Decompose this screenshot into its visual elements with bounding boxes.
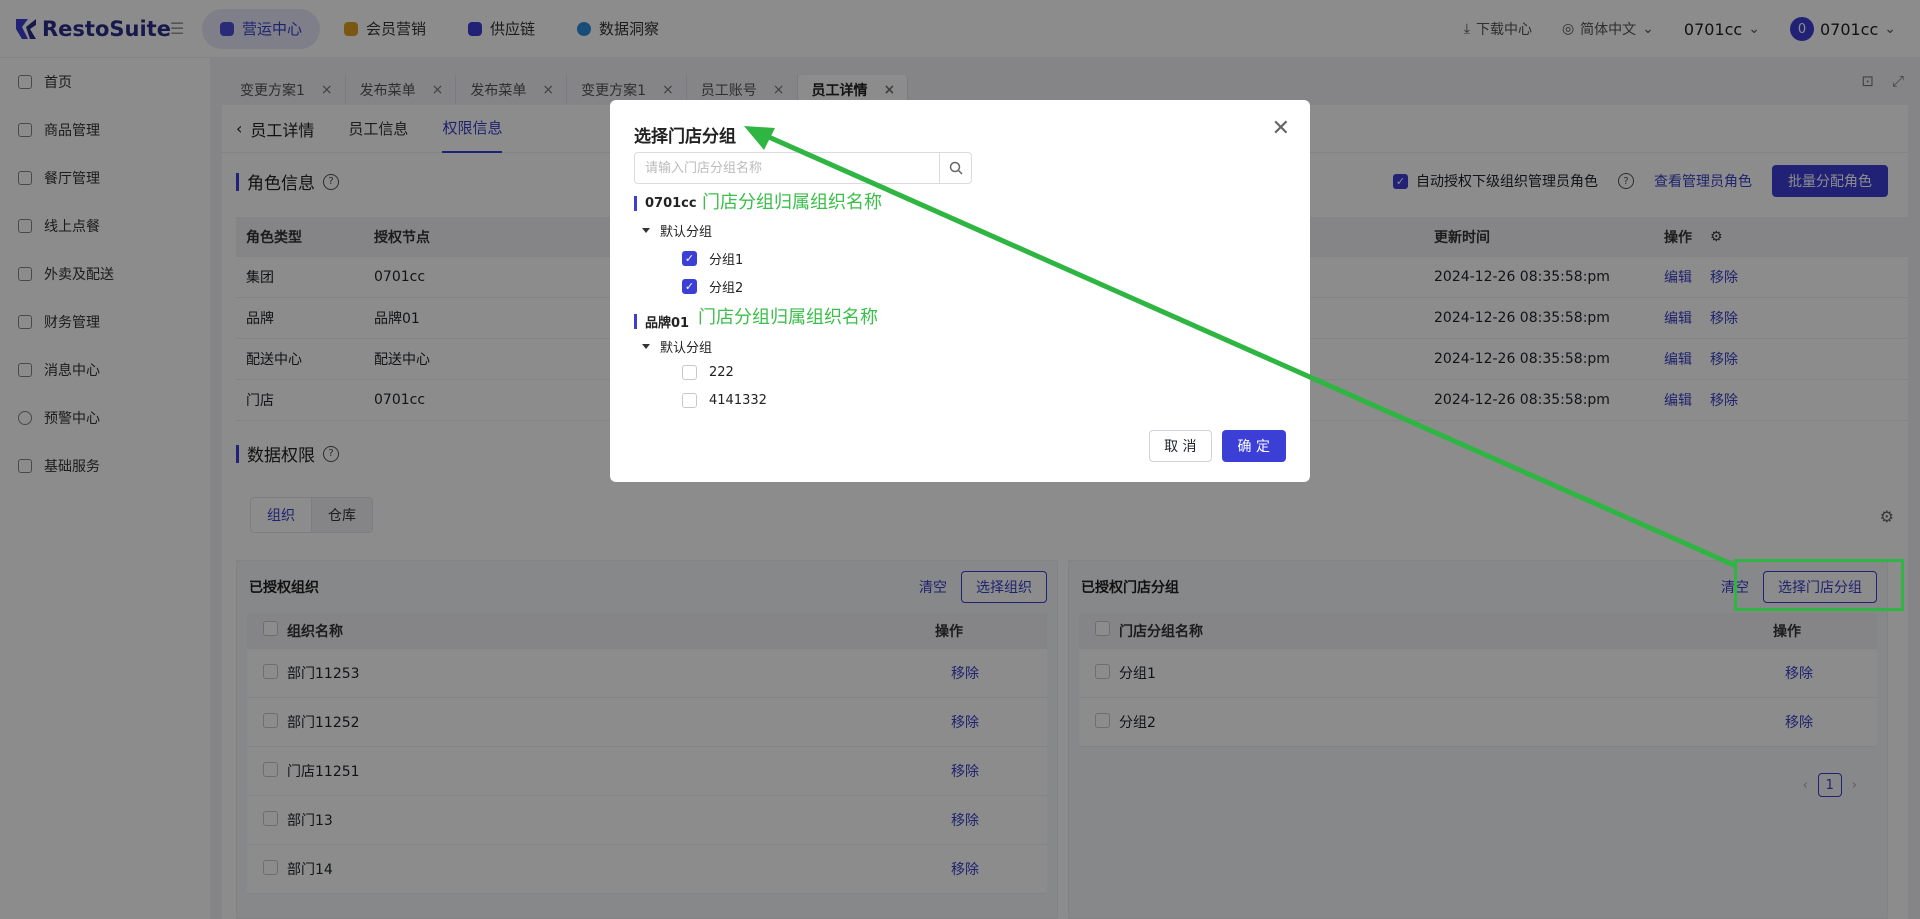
cancel-button[interactable]: 取 消 [1149,430,1212,462]
select-store-group-dialog: 选择门店分组 ✕ 0701cc 门店分组归属组织名称 默认分组 ✓ 分组1 ✓ 分组… [610,100,1310,482]
tree-node-label: 默认分组 [660,341,713,356]
section-bar [634,196,637,211]
store-group-search [634,152,972,184]
section-bar [634,314,637,329]
dialog-footer: 取 消 确 定 [1149,430,1286,462]
leaf-label: 4141332 [709,393,767,408]
annotation-note: 门店分组归属组织名称 [702,192,882,213]
annotation-highlight-box [1734,559,1904,611]
group-org-title: 品牌01 [634,312,689,331]
tree-leaf[interactable]: 222 [682,365,734,380]
tree-node-label: 默认分组 [660,225,713,240]
caret-down-icon[interactable] [642,344,650,349]
search-icon[interactable] [939,153,971,183]
group-org-name: 品牌01 [645,316,690,331]
tree-leaf[interactable]: ✓ 分组1 [682,249,743,268]
dialog-title: 选择门店分组 [634,127,736,147]
tree-node[interactable]: 默认分组 [642,221,712,240]
group-org-name: 0701cc [645,196,697,211]
leaf-label: 分组2 [709,281,744,296]
annotation-note: 门店分组归属组织名称 [698,307,878,328]
checkbox-checked-icon[interactable]: ✓ [682,279,697,294]
close-icon[interactable]: ✕ [1272,116,1290,141]
tree-node[interactable]: 默认分组 [642,337,712,356]
search-input[interactable] [635,153,939,183]
group-org-title: 0701cc [634,196,697,211]
checkbox[interactable] [682,365,697,380]
checkbox-checked-icon[interactable]: ✓ [682,251,697,266]
tree-leaf[interactable]: ✓ 分组2 [682,277,743,296]
checkbox[interactable] [682,393,697,408]
caret-down-icon[interactable] [642,228,650,233]
tree-leaf[interactable]: 4141332 [682,393,767,408]
leaf-label: 222 [709,365,734,380]
confirm-button[interactable]: 确 定 [1221,430,1286,462]
leaf-label: 分组1 [709,253,744,268]
